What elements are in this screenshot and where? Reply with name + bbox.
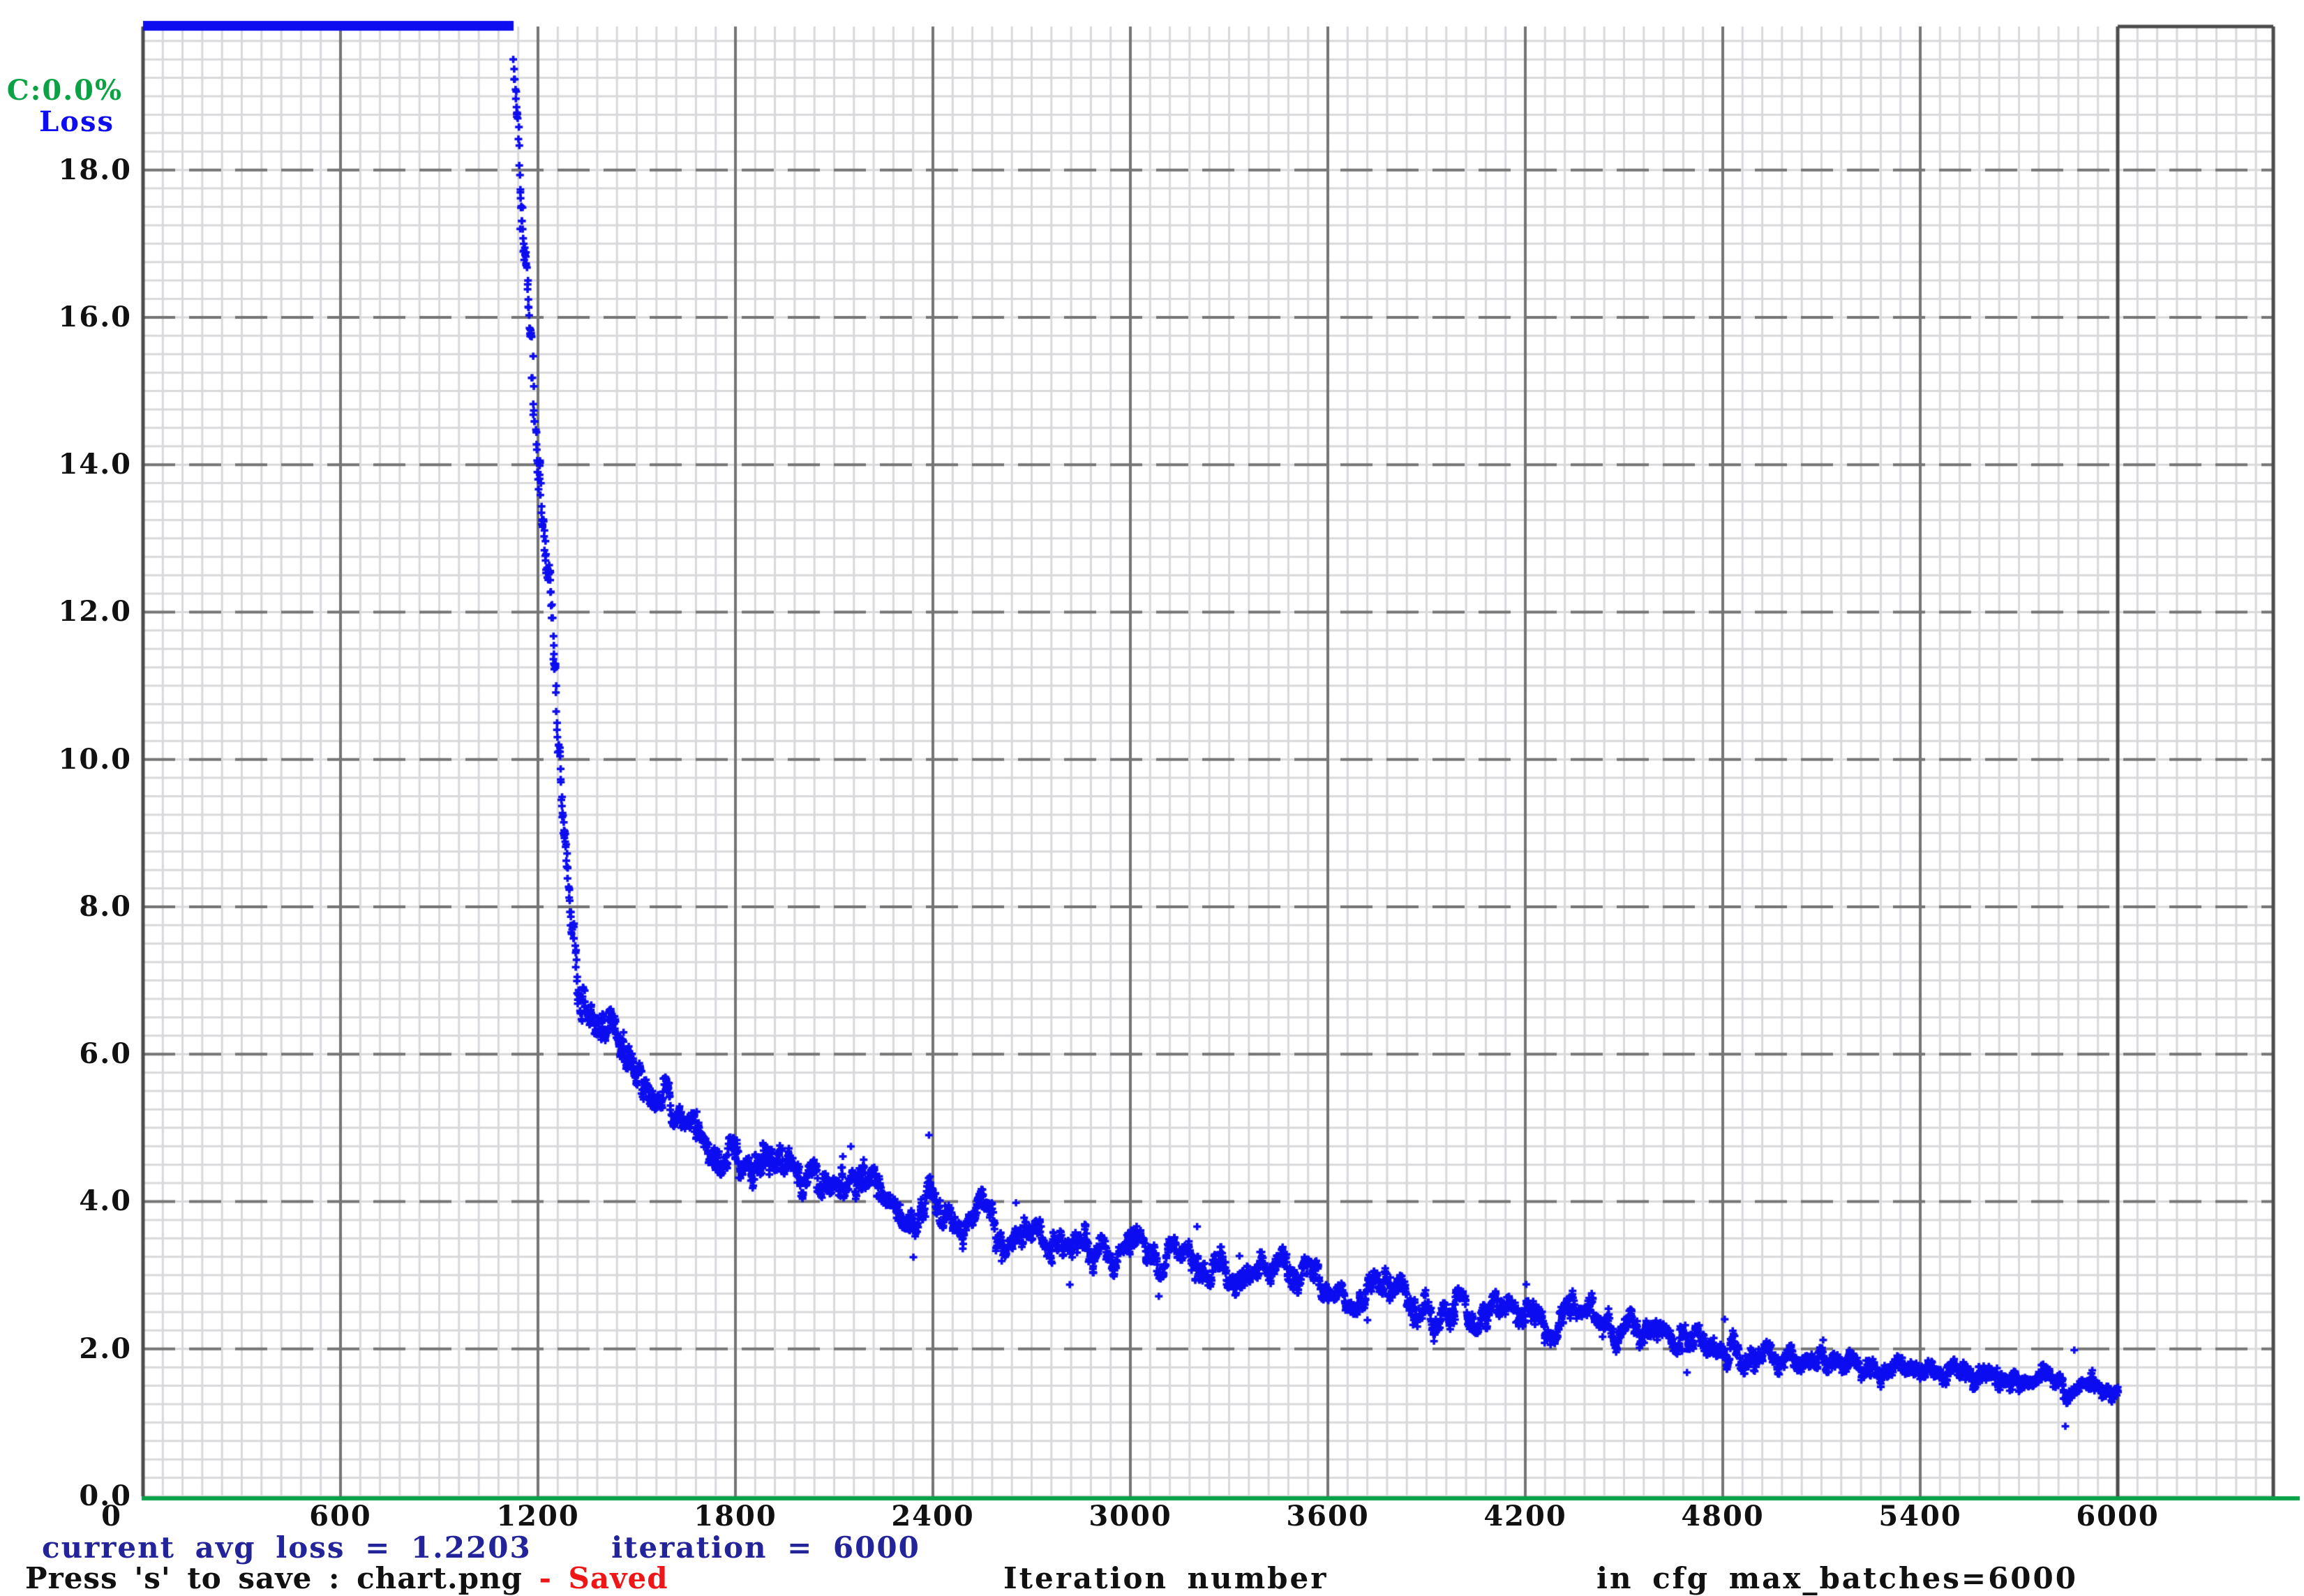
x-tick-label: 0 <box>52 1500 171 1533</box>
x-tick-label: 2400 <box>874 1500 992 1533</box>
x-tick-label: 3000 <box>1071 1500 1190 1533</box>
x-tick-label: 1800 <box>676 1500 795 1533</box>
max-batches-note: in cfg max_batches=6000 <box>1596 1561 2078 1596</box>
saved-badge: - Saved <box>539 1561 668 1595</box>
x-axis-title: Iteration number <box>1003 1561 1328 1596</box>
training-loss-chart: C:0.0% Loss 18.016.014.012.010.08.06.04.… <box>0 0 2304 1590</box>
x-tick-label: 6000 <box>2058 1500 2177 1533</box>
avg-loss-status: current avg loss = 1.2203 iteration = 60… <box>42 1530 920 1565</box>
x-tick-label: 1200 <box>479 1500 597 1533</box>
save-hint: Press 's' to save : chart.png - Saved <box>25 1561 668 1596</box>
x-tick-label: 4200 <box>1466 1500 1585 1533</box>
x-tick-label: 3600 <box>1269 1500 1387 1533</box>
x-tick-label: 600 <box>281 1500 400 1533</box>
x-tick-label: 5400 <box>1861 1500 1980 1533</box>
x-axis-labels: 0 600 1200 1800 2400 3000 3600 4200 4800 5400 6000 <box>0 0 2304 1590</box>
save-hint-text: Press 's' to save : chart.png <box>25 1561 539 1595</box>
x-tick-label: 4800 <box>1663 1500 1782 1533</box>
